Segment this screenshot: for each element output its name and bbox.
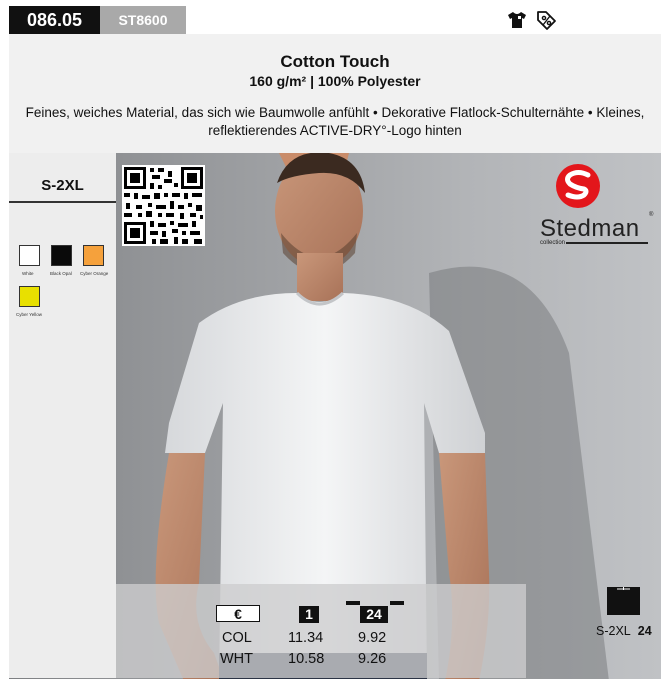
pack-sizes: S-2XL xyxy=(596,624,631,638)
price-cell: 9.92 xyxy=(358,630,387,646)
row-label: WHT xyxy=(220,651,254,667)
qty-header-1: 1 xyxy=(299,606,319,623)
bulk-indicator-icon xyxy=(346,601,404,605)
product-description: Feines, weiches Material, das sich wie B… xyxy=(25,105,645,138)
sidebar: S-2XL White Black Opal Cyber Orange Cybe… xyxy=(9,153,116,678)
pack-info: S-2XL 24 xyxy=(596,624,652,638)
price-cell: 9.26 xyxy=(358,651,387,667)
brand-sub: collection xyxy=(540,240,566,246)
carton-flap xyxy=(617,587,630,590)
percent-tag-icon xyxy=(537,11,556,30)
product-title: Cotton Touch xyxy=(280,52,390,71)
price-cell: 11.34 xyxy=(288,630,324,646)
qr-code[interactable] xyxy=(122,165,205,246)
brand-name: Stedman xyxy=(540,215,640,242)
color-name: White xyxy=(22,271,34,276)
color-swatch-white[interactable] xyxy=(19,245,40,266)
carton-icon xyxy=(607,587,640,615)
tshirt-icon xyxy=(508,12,526,28)
brand-registered-mark: ® xyxy=(649,212,654,218)
color-swatch-black-opal[interactable] xyxy=(51,245,72,266)
brand-underline xyxy=(566,242,648,244)
article-code: ST8600 xyxy=(100,6,186,34)
color-swatch-cyber-orange[interactable] xyxy=(83,245,104,266)
color-swatch-cyber-yellow[interactable] xyxy=(19,286,40,307)
price-table: € 1 24 COL 11.34 9.92 WHT 10.58 9.26 xyxy=(116,584,526,678)
stedman-logo-icon xyxy=(556,164,600,208)
divider xyxy=(9,201,116,203)
product-header: Cotton Touch 160 g/m² | 100% Polyester F… xyxy=(9,34,661,153)
product-subtitle: 160 g/m² | 100% Polyester xyxy=(249,73,421,89)
pack-qty: 24 xyxy=(637,624,652,638)
top-bar: 086.05 ST8600 xyxy=(0,0,664,34)
row-label: COL xyxy=(222,630,252,646)
price-cell: 10.58 xyxy=(288,651,325,667)
color-name: Black Opal xyxy=(50,271,72,276)
size-range: S-2XL xyxy=(41,177,84,194)
feature-icons xyxy=(507,8,557,32)
color-name: Cyber Orange xyxy=(80,271,109,276)
product-code: 086.05 xyxy=(9,6,100,34)
qr-pattern xyxy=(124,167,203,244)
qty-header-24: 24 xyxy=(360,606,388,623)
currency-header: € xyxy=(216,605,260,622)
color-name: Cyber Yellow xyxy=(16,312,43,317)
